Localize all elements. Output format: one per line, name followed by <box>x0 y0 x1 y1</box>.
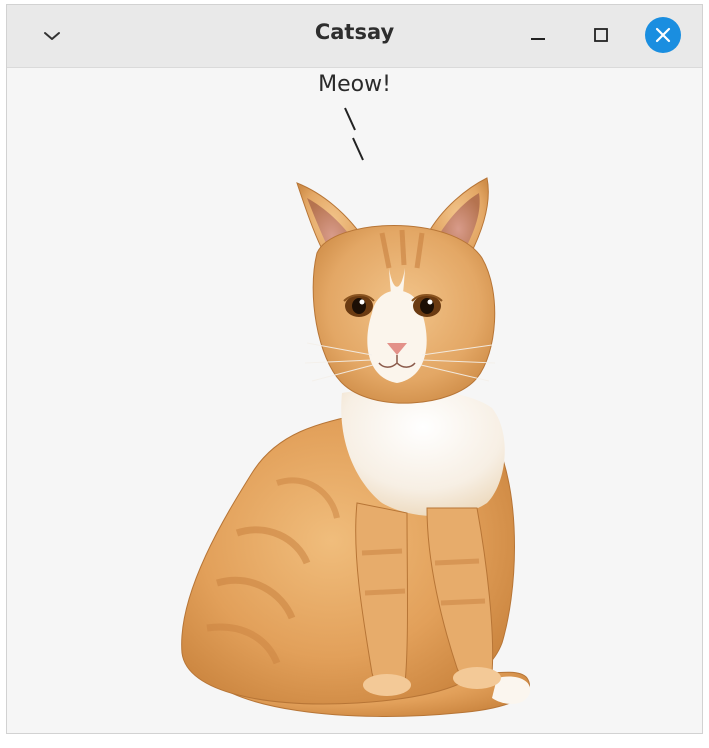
app-window: Catsay Meow! <box>6 4 703 734</box>
desktop: Catsay Meow! <box>0 0 709 748</box>
window-menu-button[interactable] <box>37 21 67 51</box>
maximize-icon <box>594 28 608 42</box>
chevron-down-icon <box>44 32 60 40</box>
close-icon <box>655 27 671 43</box>
cat-image <box>181 177 531 717</box>
minimize-button[interactable] <box>520 17 556 53</box>
window-title: Catsay <box>314 20 395 44</box>
window-edge <box>703 4 709 734</box>
maximize-button[interactable] <box>583 17 619 53</box>
close-button[interactable] <box>645 17 681 53</box>
speech-text: Meow! <box>318 72 391 97</box>
title-bar[interactable]: Catsay <box>7 5 702 68</box>
minimize-icon <box>531 38 545 40</box>
window-content: Meow! <box>7 68 702 733</box>
speech-tail <box>344 107 364 161</box>
